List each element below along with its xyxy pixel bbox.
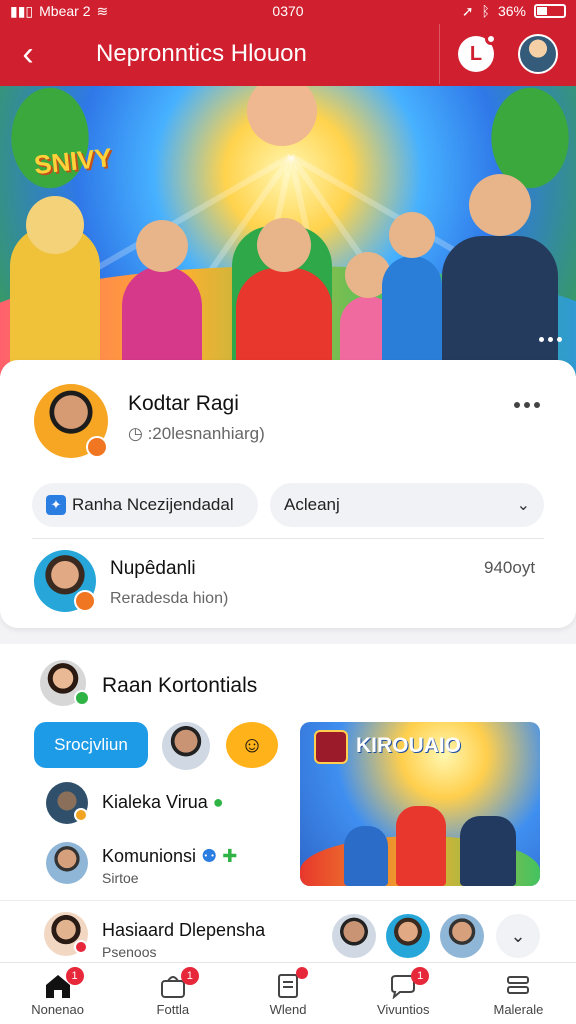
clock-icon: ◷	[128, 424, 148, 443]
nav-label: Malerale	[493, 1002, 544, 1017]
nav-label: Fottla	[156, 1002, 190, 1017]
channel-logo-icon: L	[469, 42, 483, 65]
featured-thumbnail[interactable]: KIROUAIO	[300, 722, 540, 886]
contact-avatar[interactable]	[162, 722, 210, 770]
nav-label: Vivuntios	[376, 1002, 430, 1017]
list-item-label: Komunionsi	[102, 846, 197, 866]
notification-dot	[296, 967, 308, 979]
category-pill-label: Ranha Ncezijendadal	[72, 495, 234, 514]
battery-icon	[533, 4, 566, 18]
list-item-avatar[interactable]	[46, 842, 88, 884]
bluetooth-icon: ᛒ	[481, 3, 490, 19]
user-name: Kodtar Ragi	[128, 392, 239, 415]
divider	[32, 538, 544, 539]
signal-icon: ▮▮▯	[10, 2, 34, 19]
app-header: ‹ Nepronntics Hlouon L	[0, 22, 576, 86]
nav-item-messages[interactable]: 1 Vivuntios	[346, 963, 461, 1024]
chevron-left-icon: ‹	[22, 34, 34, 73]
contact-avatar[interactable]	[332, 914, 376, 958]
page-title: Nepronntics Hlouon	[96, 40, 307, 67]
child-figure	[344, 826, 388, 886]
verified-icon: ●	[212, 792, 224, 812]
notification-badge: 1	[411, 967, 430, 985]
thumbnail-title: KIROUAIO	[356, 734, 461, 757]
contact-name: Nupêdanli	[110, 558, 196, 579]
back-button[interactable]: ‹	[0, 22, 56, 86]
contact-avatar[interactable]	[440, 914, 484, 958]
nav-item-feed[interactable]: 1 Fottla	[115, 963, 230, 1024]
hero-banner[interactable]: SNIVY	[0, 86, 576, 376]
menu-icon	[507, 976, 530, 994]
nav-label: Nonenao	[31, 1002, 84, 1017]
chevron-down-icon: ⌄	[516, 497, 530, 514]
status-badge	[74, 940, 88, 954]
notification-badge: 1	[65, 967, 84, 985]
nav-item-menu[interactable]: Malerale	[461, 963, 576, 1024]
people-icon: ⚉	[201, 846, 218, 866]
nav-item-news[interactable]: Wlend	[230, 963, 345, 1024]
row-title: Hasiaard Dlepensha	[102, 920, 266, 940]
chevron-down-icon: ⌄	[510, 925, 526, 946]
filter-dropdown[interactable]: Acleanj ⌄	[270, 483, 544, 527]
more-options-button[interactable]	[514, 400, 542, 410]
child-figure	[396, 806, 446, 886]
battery-percent: 36%	[497, 3, 526, 19]
list-item-sub: Sirtoe	[102, 870, 139, 886]
section-title: Raan Kortontials	[102, 674, 258, 697]
row-sub: Psenoos	[102, 944, 157, 960]
list-item-label: Kialeka Virua	[102, 792, 208, 812]
smiley-icon: ☺	[240, 732, 264, 757]
status-bar: ▮▮▯ Mbear 2 ≋ 0370 ➚ ᛒ 36%	[0, 0, 576, 22]
adult-figure	[460, 816, 516, 886]
emoji-sticker-button[interactable]: ☺	[226, 722, 278, 768]
tag-icon: ✚	[222, 846, 238, 866]
list-item[interactable]: Komunionsi ⚉ ✚	[102, 846, 237, 867]
notification-dot	[485, 33, 497, 45]
filter-dropdown-label: Acleanj	[284, 495, 340, 514]
notification-badge: 1	[180, 967, 199, 985]
status-badge	[74, 808, 88, 822]
contact-sub: Reradesda hion)	[110, 590, 229, 607]
nav-label: Wlend	[269, 1002, 307, 1017]
list-item[interactable]: Kialeka Virua ●	[102, 792, 224, 813]
user-meta: ◷ :20lesnanhiarg)	[128, 424, 265, 443]
nav-item-home[interactable]: 1 Nonenao	[0, 963, 115, 1024]
child-figure	[382, 212, 442, 376]
header-divider	[439, 24, 440, 84]
channel-logo-icon	[314, 730, 348, 764]
online-badge	[74, 690, 90, 706]
category-pill[interactable]: ✦ Ranha Ncezijendadal	[32, 483, 258, 527]
bottom-navigation: 1 Nonenao 1 Fottla Wlend 1 Vivuntios Mal…	[0, 962, 576, 1024]
contact-avatar[interactable]	[386, 914, 430, 958]
carousel-dots[interactable]	[539, 337, 562, 342]
cartoon-character	[10, 196, 100, 376]
contact-value: 940oyt	[484, 558, 536, 577]
category-icon: ✦	[46, 495, 66, 515]
profile-avatar-button[interactable]	[518, 34, 558, 74]
primary-action-button[interactable]: Srocjvliun	[34, 722, 148, 768]
carrier-label: Mbear 2	[39, 3, 91, 19]
adult-figure	[442, 174, 558, 376]
wifi-icon: ≋	[96, 2, 109, 19]
channel-logo-button[interactable]: L	[458, 33, 497, 72]
status-time: 0370	[272, 3, 304, 19]
status-badge	[86, 436, 108, 458]
expand-button[interactable]: ⌄	[496, 914, 540, 958]
status-badge	[74, 590, 96, 612]
location-icon: ➚	[461, 2, 474, 19]
